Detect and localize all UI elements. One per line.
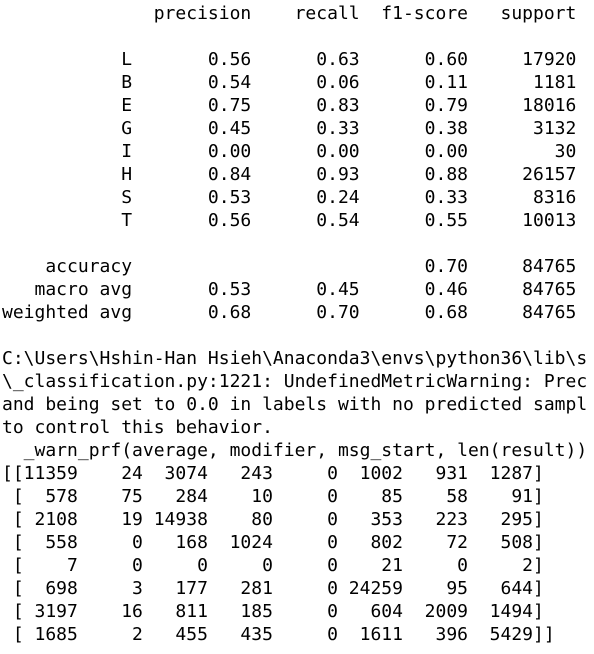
report-header: precision recall f1-score support — [2, 3, 577, 24]
report-row-T: T 0.56 0.54 0.55 10013 — [2, 210, 577, 231]
summary-row-weighted-avg: weighted avg 0.68 0.70 0.68 84765 — [2, 302, 577, 323]
confusion-matrix-row: [ 578 75 284 10 0 85 58 91] — [2, 486, 544, 507]
confusion-matrix-row: [ 2108 19 14938 80 0 353 223 295] — [2, 509, 544, 530]
confusion-matrix-row: [ 3197 16 811 185 0 604 2009 1494] — [2, 601, 544, 622]
report-row-I: I 0.00 0.00 0.00 30 — [2, 141, 577, 162]
console-output[interactable]: precision recall f1-score support L 0.56… — [0, 0, 594, 654]
confusion-matrix-row: [ 558 0 168 1024 0 802 72 508] — [2, 532, 544, 553]
confusion-matrix-row: [[11359 24 3074 243 0 1002 931 1287] — [2, 463, 544, 484]
report-row-L: L 0.56 0.63 0.60 17920 — [2, 49, 577, 70]
warning-line: _warn_prf(average, modifier, msg_start, … — [2, 440, 588, 461]
report-row-E: E 0.75 0.83 0.79 18016 — [2, 95, 577, 116]
warning-line: \_classification.py:1221: UndefinedMetri… — [2, 371, 588, 392]
report-row-S: S 0.53 0.24 0.33 8316 — [2, 187, 577, 208]
report-row-B: B 0.54 0.06 0.11 1181 — [2, 72, 577, 93]
confusion-matrix-row: [ 1685 2 455 435 0 1611 396 5429]] — [2, 624, 555, 645]
warning-line: C:\Users\Hshin-Han Hsieh\Anaconda3\envs\… — [2, 348, 588, 369]
report-row-H: H 0.84 0.93 0.88 26157 — [2, 164, 577, 185]
warning-line: to control this behavior. — [2, 417, 273, 438]
report-row-G: G 0.45 0.33 0.38 3132 — [2, 118, 577, 139]
confusion-matrix-row: [ 7 0 0 0 0 21 0 2] — [2, 555, 544, 576]
summary-row-macro-avg: macro avg 0.53 0.45 0.46 84765 — [2, 279, 577, 300]
confusion-matrix-row: [ 698 3 177 281 0 24259 95 644] — [2, 578, 544, 599]
summary-row-accuracy: accuracy 0.70 84765 — [2, 256, 577, 277]
warning-line: and being set to 0.0 in labels with no p… — [2, 394, 588, 415]
